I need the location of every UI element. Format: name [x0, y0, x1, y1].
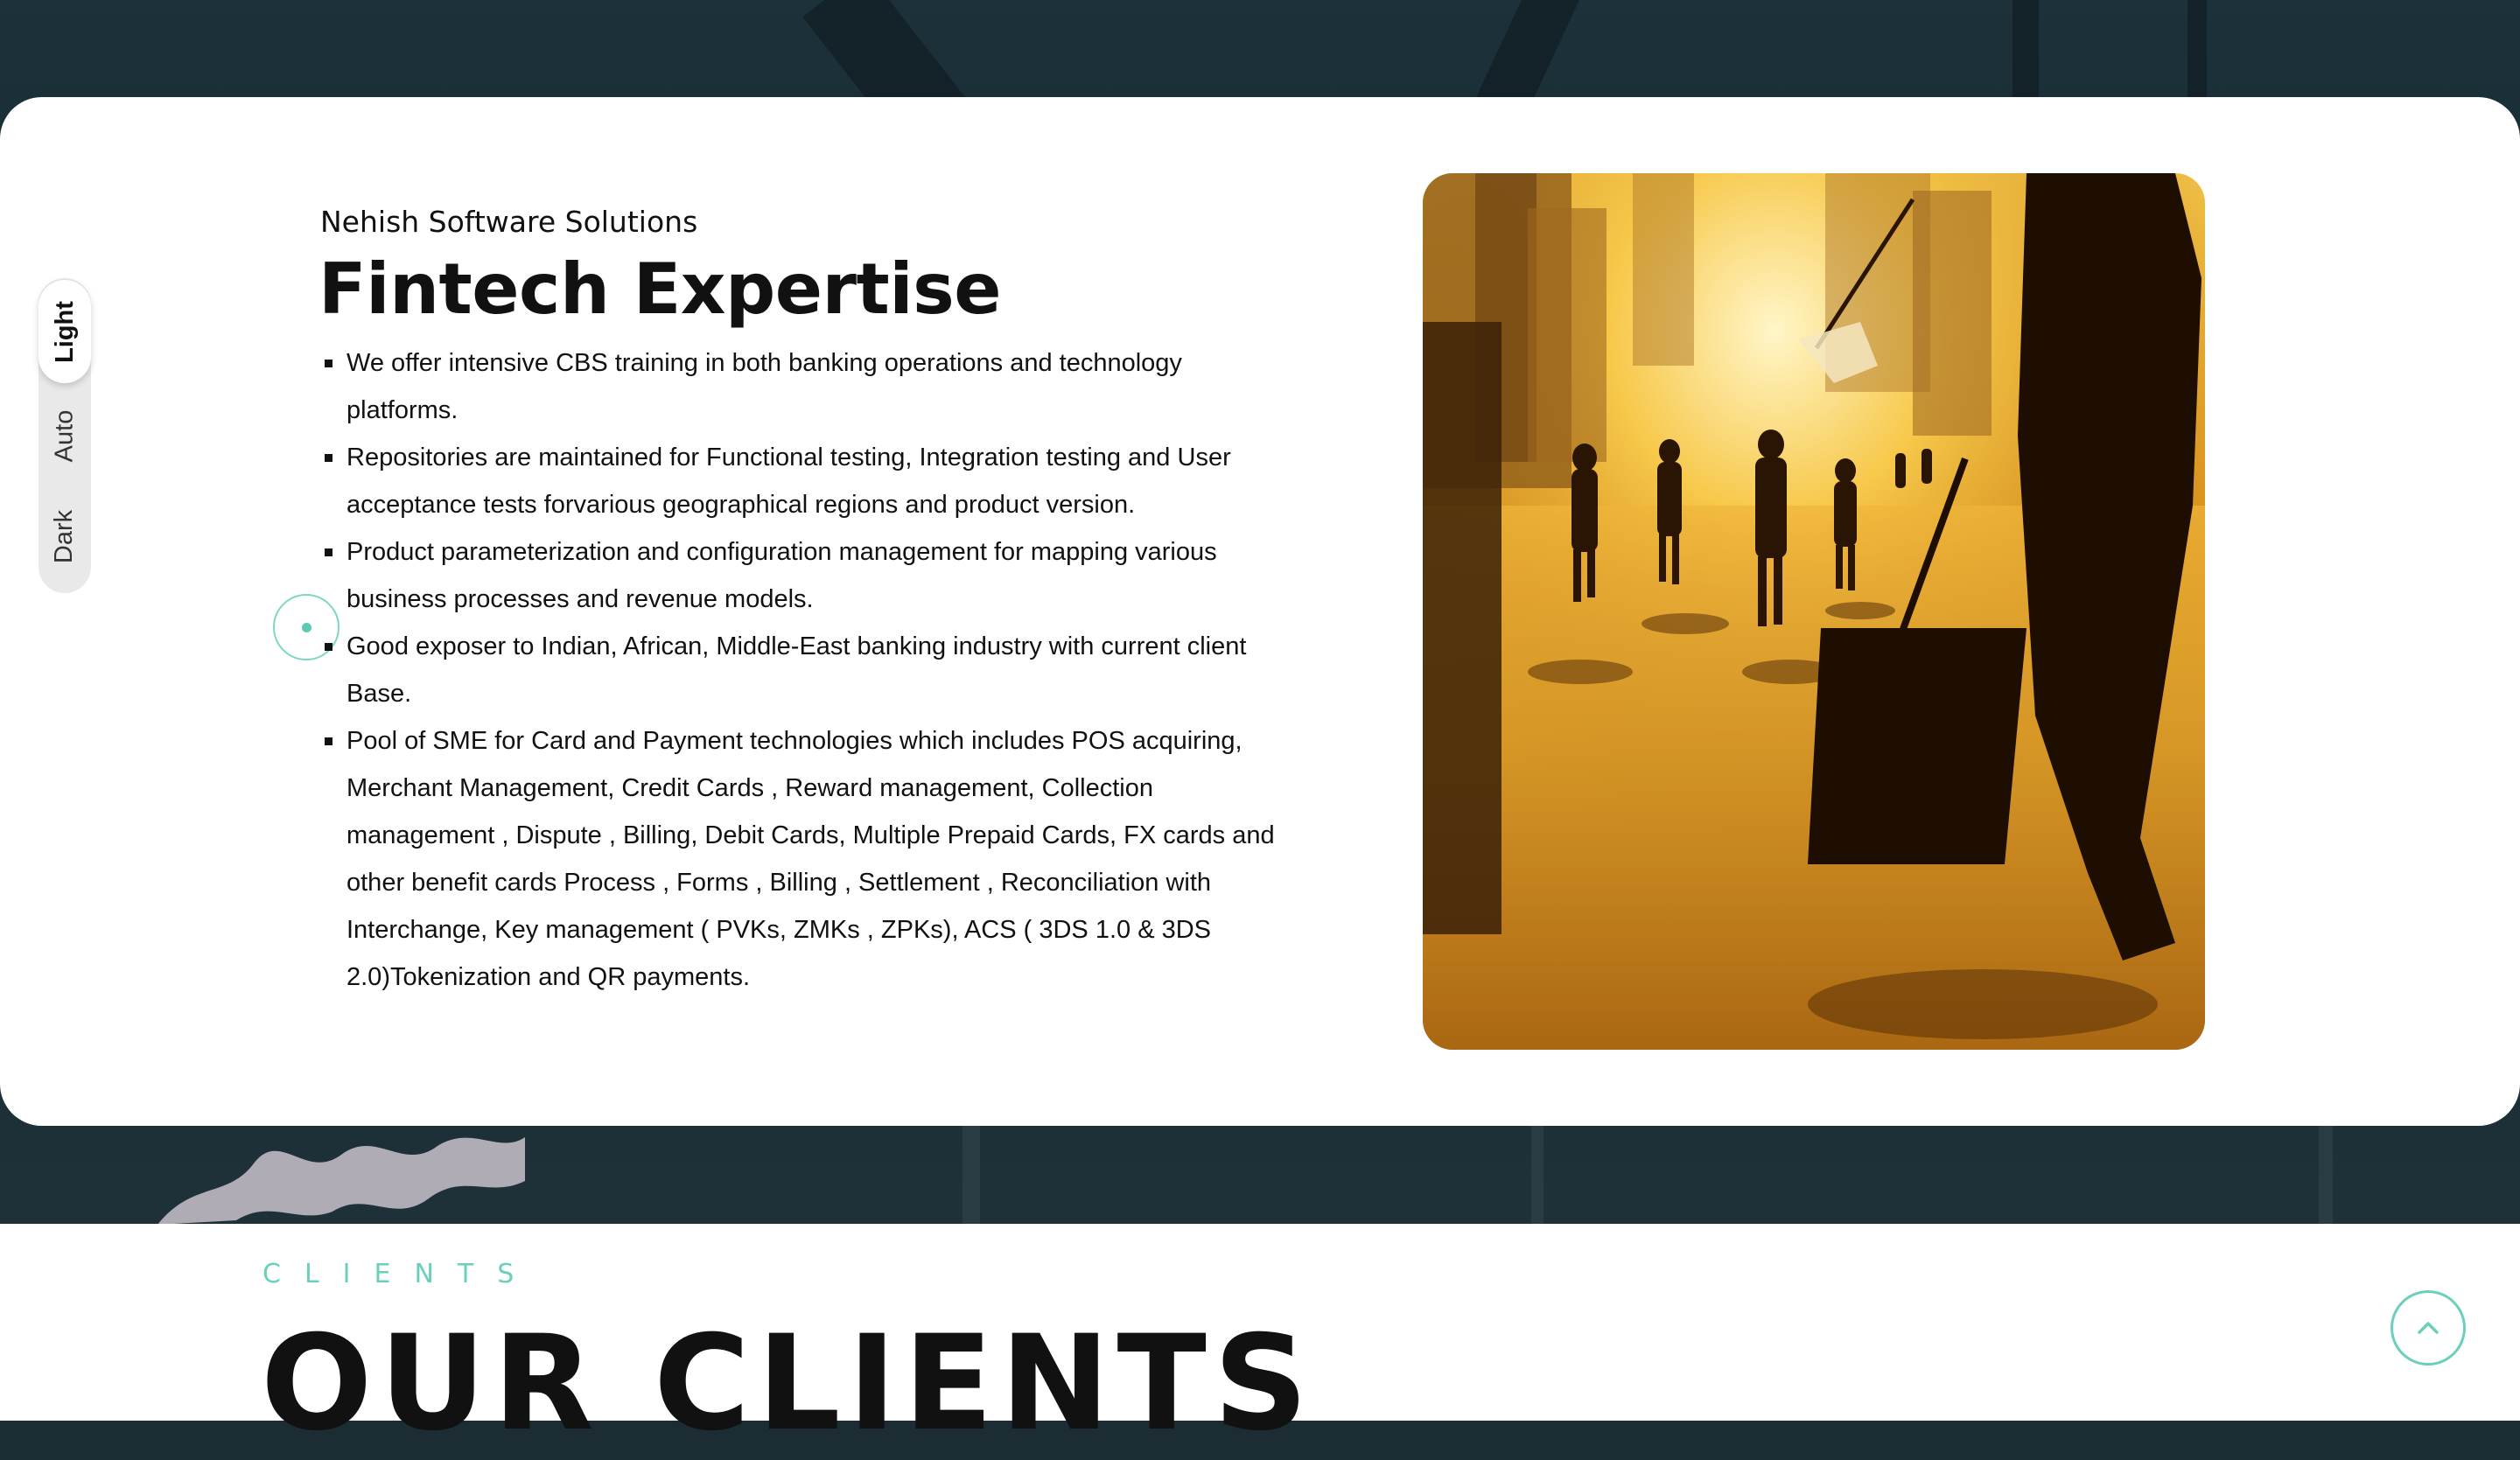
bullet-icon — [325, 360, 332, 367]
expertise-list: We offer intensive CBS training in both … — [320, 339, 1283, 1001]
list-item-text: Product parameterization and configurati… — [346, 538, 1217, 613]
theme-option-light[interactable]: Light — [38, 280, 91, 383]
list-item-text: Pool of SME for Card and Payment technol… — [346, 727, 1275, 991]
list-item: We offer intensive CBS training in both … — [320, 339, 1283, 434]
cursor-dot-icon — [302, 623, 312, 632]
list-item: Product parameterization and configurati… — [320, 528, 1283, 623]
theme-option-auto[interactable]: Auto — [38, 388, 91, 484]
page-title: Fintech Expertise — [318, 248, 1002, 330]
bullet-icon — [325, 454, 332, 462]
theme-switcher: Light Auto Dark — [38, 278, 91, 593]
city-street-photo — [1423, 173, 2205, 1050]
theme-option-dark[interactable]: Dark — [38, 488, 91, 584]
clients-kicker: CLIENTS — [262, 1259, 538, 1289]
list-item-text: Good exposer to Indian, African, Middle-… — [346, 632, 1247, 708]
bullet-icon — [325, 737, 332, 745]
company-name: Nehish Software Solutions — [320, 205, 698, 239]
list-item: Repositories are maintained for Function… — [320, 434, 1283, 528]
list-item-text: We offer intensive CBS training in both … — [346, 349, 1182, 424]
scroll-to-top-button[interactable] — [2390, 1290, 2466, 1366]
list-item-text: Repositories are maintained for Function… — [346, 444, 1231, 519]
bullet-icon — [325, 643, 332, 651]
list-item: Good exposer to Indian, African, Middle-… — [320, 623, 1283, 717]
chevron-up-icon — [2418, 1322, 2439, 1334]
clients-title: OUR CLIENTS — [261, 1308, 1315, 1460]
list-item: Pool of SME for Card and Payment technol… — [320, 717, 1283, 1001]
bullet-icon — [325, 548, 332, 556]
background-wave-shape — [158, 1137, 525, 1225]
clients-section: CLIENTS OUR CLIENTS — [0, 1224, 2520, 1450]
